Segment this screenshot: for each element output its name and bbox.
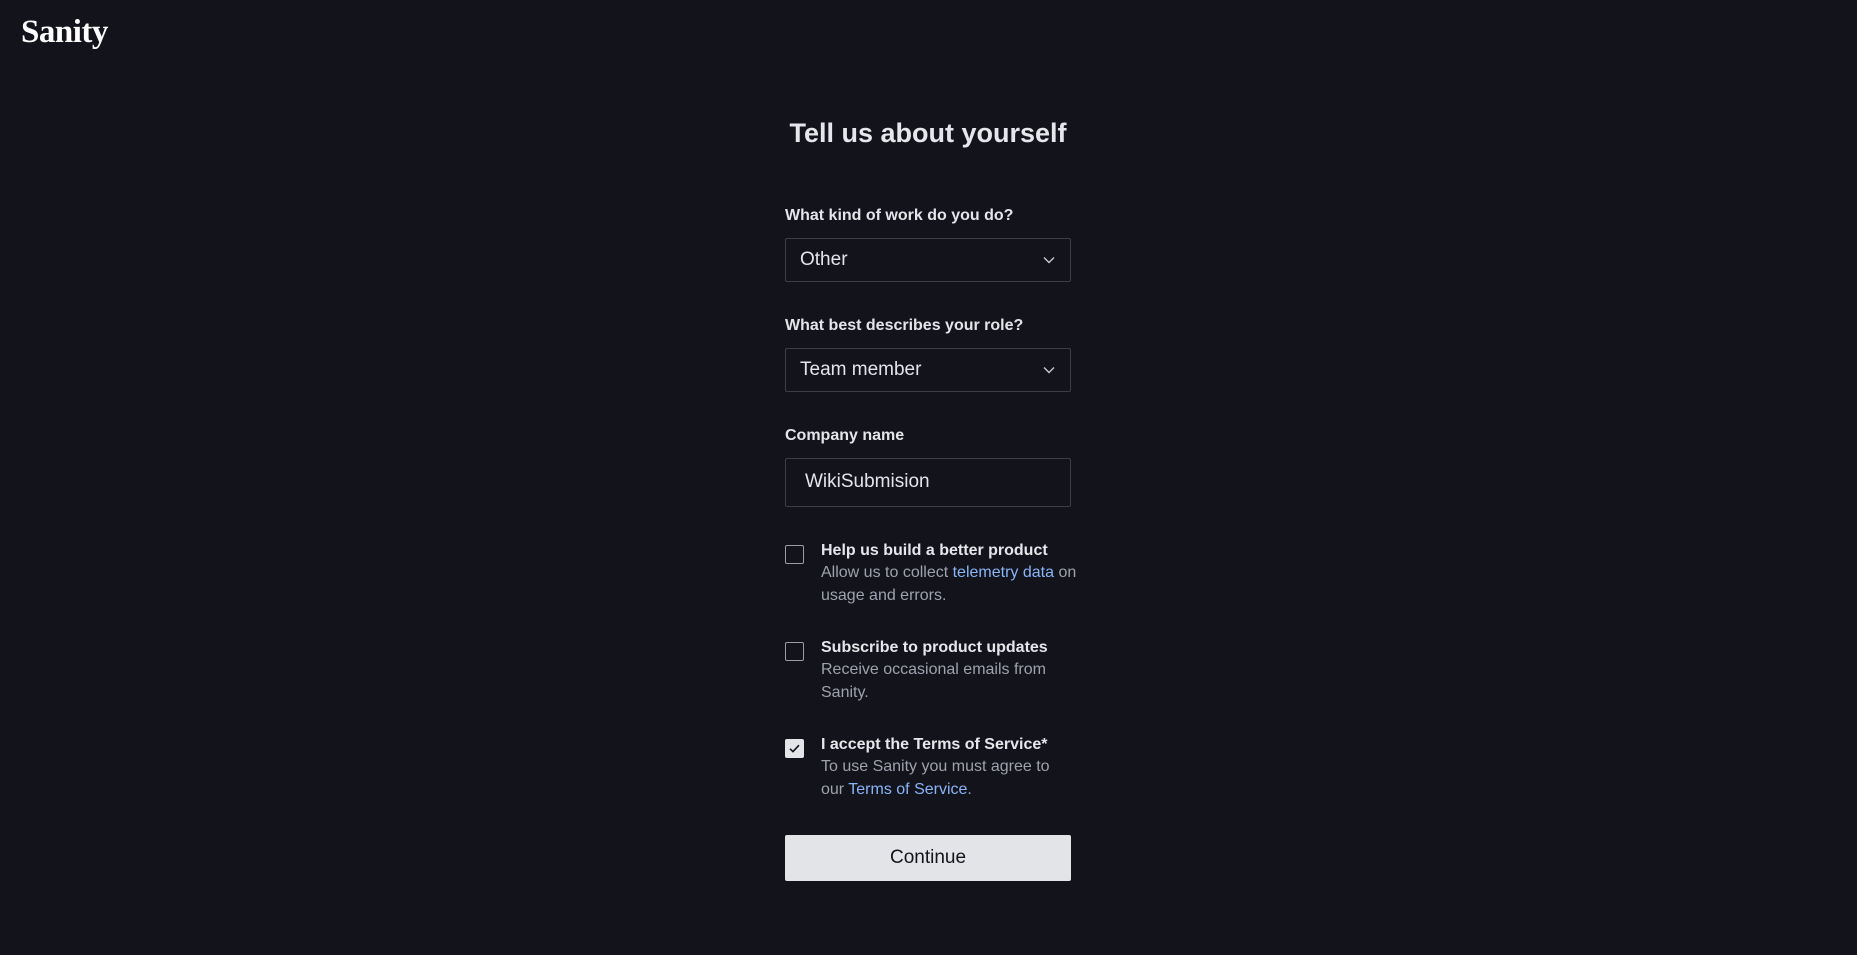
work-kind-select[interactable]: Other — [785, 238, 1071, 282]
terms-checkbox[interactable] — [785, 739, 804, 758]
updates-text: Subscribe to product updates Receive occ… — [821, 638, 1077, 704]
chevron-down-icon — [1043, 257, 1055, 264]
telemetry-data-link[interactable]: telemetry data — [953, 564, 1054, 581]
updates-option: Subscribe to product updates Receive occ… — [785, 638, 1075, 708]
role-value: Team member — [800, 359, 922, 380]
continue-button[interactable]: Continue — [785, 835, 1071, 881]
terms-text: I accept the Terms of Service* To use Sa… — [821, 735, 1077, 801]
updates-description: Receive occasional emails from Sanity. — [821, 661, 1046, 701]
terms-description: To use Sanity you must agree to our Term… — [821, 755, 1077, 801]
company-name-label: Company name — [785, 427, 905, 444]
work-kind-value: Other — [800, 249, 848, 270]
terms-desc-after: . — [967, 781, 972, 798]
telemetry-text: Help us build a better product Allow us … — [821, 541, 1077, 607]
company-name-input[interactable] — [805, 469, 1055, 495]
role-label: What best describes your role? — [785, 317, 1024, 334]
telemetry-desc-before: Allow us to collect — [821, 564, 953, 581]
company-name-field[interactable] — [785, 458, 1071, 507]
terms-title: I accept the Terms of Service* — [821, 736, 1048, 753]
page-title: Tell us about yourself — [789, 118, 1067, 148]
role-select[interactable]: Team member — [785, 348, 1071, 392]
updates-title: Subscribe to product updates — [821, 639, 1048, 656]
terms-option: I accept the Terms of Service* To use Sa… — [785, 735, 1075, 805]
work-kind-label: What kind of work do you do? — [785, 207, 1014, 224]
terms-of-service-link[interactable]: Terms of Service — [848, 781, 967, 798]
checkmark-icon — [789, 744, 800, 753]
chevron-down-icon — [1043, 367, 1055, 374]
sanity-logo[interactable]: Sanity — [21, 14, 108, 51]
telemetry-option: Help us build a better product Allow us … — [785, 541, 1077, 611]
telemetry-description: Allow us to collect telemetry data on us… — [821, 561, 1077, 607]
telemetry-title: Help us build a better product — [821, 542, 1048, 559]
telemetry-checkbox[interactable] — [785, 545, 804, 564]
updates-checkbox[interactable] — [785, 642, 804, 661]
